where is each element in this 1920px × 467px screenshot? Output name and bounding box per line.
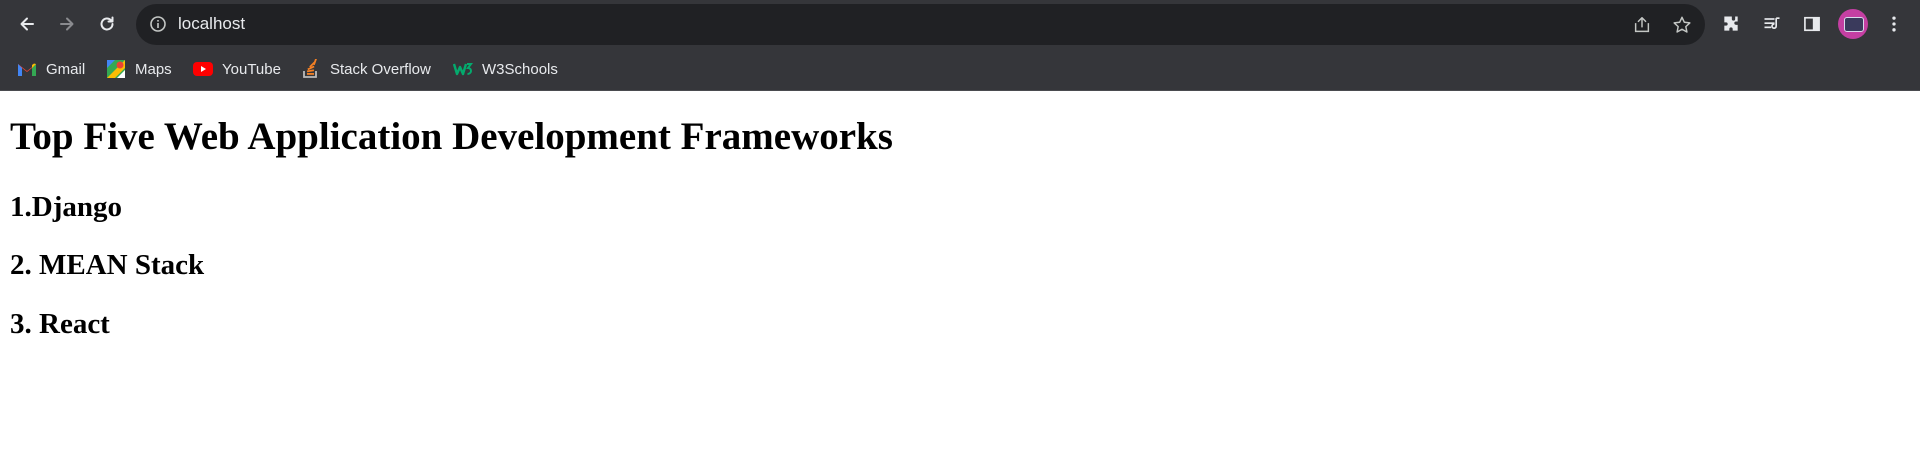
bookmark-w3schools[interactable]: W3Schools — [453, 57, 558, 81]
forward-button[interactable] — [52, 9, 82, 39]
info-icon[interactable] — [149, 15, 167, 33]
bookmark-label: Gmail — [46, 60, 86, 78]
side-panel-icon[interactable] — [1800, 12, 1824, 36]
browser-toolbar: localhost — [0, 0, 1920, 48]
bookmark-label: Stack Overflow — [330, 60, 431, 78]
maps-icon — [106, 59, 126, 79]
bookmark-label: W3Schools — [482, 60, 558, 78]
more-menu-icon[interactable] — [1882, 12, 1906, 36]
gmail-icon — [17, 59, 37, 79]
back-button[interactable] — [12, 9, 42, 39]
reload-icon — [100, 16, 114, 31]
url-text[interactable]: localhost — [178, 14, 245, 34]
framework-item: 1.Django — [10, 191, 122, 223]
media-queue-icon[interactable] — [1760, 12, 1784, 36]
bookmark-stackoverflow[interactable]: Stack Overflow — [301, 57, 431, 81]
youtube-icon — [193, 59, 213, 79]
w3schools-icon — [453, 59, 473, 79]
extensions-icon[interactable] — [1719, 12, 1743, 36]
avatar-image — [1844, 17, 1864, 32]
stackoverflow-icon — [301, 59, 321, 79]
bookmark-star-icon[interactable] — [1671, 14, 1693, 36]
bookmark-maps[interactable]: Maps — [106, 57, 172, 81]
bookmark-label: Maps — [135, 60, 172, 78]
forward-arrow-icon — [60, 17, 74, 31]
bookmark-gmail[interactable]: Gmail — [17, 57, 85, 81]
share-icon[interactable] — [1631, 14, 1653, 36]
address-bar[interactable]: localhost — [136, 4, 1705, 45]
page-title: Top Five Web Application Development Fra… — [10, 115, 893, 158]
framework-item: 2. MEAN Stack — [10, 249, 205, 281]
bookmarks-bar: Gmail Maps YouTube Stack Overflow W3Scho… — [0, 48, 1920, 91]
bookmark-label: YouTube — [222, 60, 281, 78]
reload-button[interactable] — [92, 9, 122, 39]
back-arrow-icon — [20, 17, 34, 31]
bookmark-youtube[interactable]: YouTube — [193, 57, 281, 81]
framework-item: 3. React — [10, 308, 110, 340]
profile-avatar[interactable] — [1838, 9, 1868, 39]
